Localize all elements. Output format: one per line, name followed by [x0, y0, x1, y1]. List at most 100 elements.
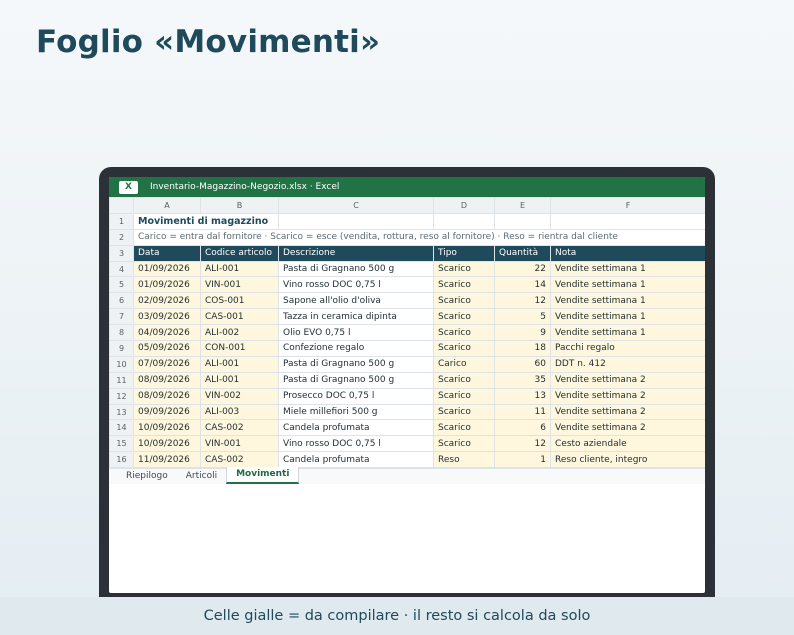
- cell-quantita[interactable]: 60: [494, 355, 551, 373]
- cell-data[interactable]: 03/09/2026: [133, 308, 201, 326]
- column-header-c[interactable]: C: [278, 197, 434, 214]
- row-number[interactable]: 15: [109, 435, 134, 453]
- cell-descrizione[interactable]: Prosecco DOC 0,75 l: [278, 387, 434, 405]
- cell-quantita[interactable]: 6: [494, 419, 551, 437]
- row-number[interactable]: 7: [109, 308, 134, 326]
- cell-codice-articolo[interactable]: CON-001: [200, 340, 279, 357]
- cell-data[interactable]: 08/09/2026: [133, 371, 201, 389]
- cell-descrizione[interactable]: Vino rosso DOC 0,75 l: [278, 276, 434, 294]
- cell-descrizione[interactable]: Candela profumata: [278, 419, 434, 437]
- cell-codice-articolo[interactable]: CAS-002: [200, 451, 279, 469]
- cell-quantita[interactable]: 5: [494, 308, 551, 326]
- column-header-b[interactable]: B: [200, 197, 279, 214]
- cell-nota[interactable]: Cesto aziendale: [550, 435, 705, 453]
- cell-descrizione[interactable]: Pasta di Gragnano 500 g: [278, 355, 434, 373]
- cell-quantita[interactable]: 35: [494, 371, 551, 389]
- row-number[interactable]: 2: [109, 228, 134, 246]
- cell-quantita[interactable]: 13: [494, 387, 551, 405]
- cell-tipo[interactable]: Scarico: [433, 419, 495, 437]
- row-number[interactable]: 9: [109, 340, 134, 357]
- cell-descrizione[interactable]: Vino rosso DOC 0,75 l: [278, 435, 434, 453]
- cell-codice-articolo[interactable]: VIN-002: [200, 387, 279, 405]
- row-number[interactable]: 6: [109, 292, 134, 310]
- header-codice-articolo[interactable]: Codice articolo: [200, 244, 279, 262]
- column-header-e[interactable]: E: [494, 197, 551, 214]
- cell-quantita[interactable]: 9: [494, 324, 551, 342]
- row-number[interactable]: 4: [109, 260, 134, 278]
- cell-codice-articolo[interactable]: ALI-002: [200, 324, 279, 342]
- cell[interactable]: [278, 212, 434, 230]
- header-tipo[interactable]: Tipo: [433, 244, 495, 262]
- cell-tipo[interactable]: Scarico: [433, 387, 495, 405]
- cell-data[interactable]: 01/09/2026: [133, 276, 201, 294]
- cell-codice-articolo[interactable]: COS-001: [200, 292, 279, 310]
- sheet-legend-cell[interactable]: Carico = entra dal fornitore · Scarico =…: [133, 228, 705, 246]
- sheet-tab-movimenti[interactable]: Movimenti: [226, 467, 300, 485]
- cell-data[interactable]: 04/09/2026: [133, 324, 201, 342]
- cell-descrizione[interactable]: Pasta di Gragnano 500 g: [278, 371, 434, 389]
- cell-quantita[interactable]: 12: [494, 435, 551, 453]
- cell-codice-articolo[interactable]: VIN-001: [200, 435, 279, 453]
- row-number[interactable]: 5: [109, 276, 134, 294]
- cell-quantita[interactable]: 12: [494, 292, 551, 310]
- cell-nota[interactable]: Vendite settimana 1: [550, 260, 705, 278]
- cell-quantita[interactable]: 1: [494, 451, 551, 469]
- cell-tipo[interactable]: Scarico: [433, 276, 495, 294]
- cell-tipo[interactable]: Scarico: [433, 340, 495, 357]
- sheet-title-cell[interactable]: Movimenti di magazzino: [133, 212, 279, 230]
- cell-tipo[interactable]: Carico: [433, 355, 495, 373]
- cell-descrizione[interactable]: Pasta di Gragnano 500 g: [278, 260, 434, 278]
- cell-nota[interactable]: Vendite settimana 2: [550, 403, 705, 421]
- cell-nota[interactable]: Pacchi regalo: [550, 340, 705, 357]
- cell-quantita[interactable]: 18: [494, 340, 551, 357]
- cell-nota[interactable]: Vendite settimana 2: [550, 419, 705, 437]
- cell-tipo[interactable]: Scarico: [433, 435, 495, 453]
- cell-tipo[interactable]: Scarico: [433, 371, 495, 389]
- cell-descrizione[interactable]: Confezione regalo: [278, 340, 434, 357]
- row-number[interactable]: 13: [109, 403, 134, 421]
- cell-codice-articolo[interactable]: CAS-001: [200, 308, 279, 326]
- cell-codice-articolo[interactable]: CAS-002: [200, 419, 279, 437]
- row-number[interactable]: 3: [109, 244, 134, 262]
- cell-data[interactable]: 05/09/2026: [133, 340, 201, 357]
- cell-data[interactable]: 10/09/2026: [133, 419, 201, 437]
- cell[interactable]: [494, 212, 551, 230]
- row-number[interactable]: 12: [109, 387, 134, 405]
- cell-tipo[interactable]: Scarico: [433, 292, 495, 310]
- cell-codice-articolo[interactable]: ALI-001: [200, 260, 279, 278]
- row-number[interactable]: 1: [109, 212, 134, 230]
- cell-tipo[interactable]: Scarico: [433, 324, 495, 342]
- header-nota[interactable]: Nota: [550, 244, 705, 262]
- cell-data[interactable]: 09/09/2026: [133, 403, 201, 421]
- cell-data[interactable]: 11/09/2026: [133, 451, 201, 469]
- cell-data[interactable]: 08/09/2026: [133, 387, 201, 405]
- cell-nota[interactable]: Vendite settimana 1: [550, 324, 705, 342]
- cell[interactable]: [433, 212, 495, 230]
- cell-codice-articolo[interactable]: ALI-003: [200, 403, 279, 421]
- row-number[interactable]: 14: [109, 419, 134, 437]
- cell-codice-articolo[interactable]: VIN-001: [200, 276, 279, 294]
- row-number[interactable]: 8: [109, 324, 134, 342]
- cell-nota[interactable]: Vendite settimana 1: [550, 276, 705, 294]
- cell-tipo[interactable]: Scarico: [433, 403, 495, 421]
- cell-data[interactable]: 02/09/2026: [133, 292, 201, 310]
- header-descrizione[interactable]: Descrizione: [278, 244, 434, 262]
- cell[interactable]: [550, 212, 705, 230]
- cell-quantita[interactable]: 11: [494, 403, 551, 421]
- cell-tipo[interactable]: Scarico: [433, 260, 495, 278]
- cell-data[interactable]: 10/09/2026: [133, 435, 201, 453]
- cell-descrizione[interactable]: Tazza in ceramica dipinta: [278, 308, 434, 326]
- sheet-tab-riepilogo[interactable]: Riepilogo: [117, 469, 177, 484]
- cell-descrizione[interactable]: Miele millefiori 500 g: [278, 403, 434, 421]
- cell-codice-articolo[interactable]: ALI-001: [200, 371, 279, 389]
- select-all-corner[interactable]: [109, 197, 134, 214]
- cell-data[interactable]: 07/09/2026: [133, 355, 201, 373]
- header-quantita[interactable]: Quantità: [494, 244, 551, 262]
- column-header-a[interactable]: A: [133, 197, 201, 214]
- header-data[interactable]: Data: [133, 244, 201, 262]
- column-header-f[interactable]: F: [550, 197, 705, 214]
- cell-descrizione[interactable]: Olio EVO 0,75 l: [278, 324, 434, 342]
- cell-data[interactable]: 01/09/2026: [133, 260, 201, 278]
- cell-codice-articolo[interactable]: ALI-001: [200, 355, 279, 373]
- cell-nota[interactable]: Reso cliente, integro: [550, 451, 705, 469]
